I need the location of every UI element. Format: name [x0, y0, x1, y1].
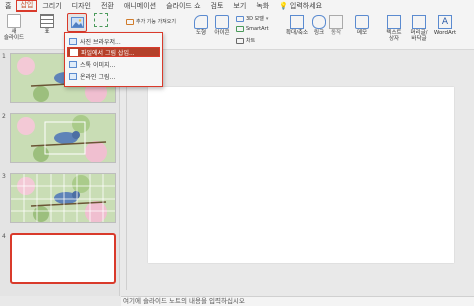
- screenshot-button[interactable]: [92, 13, 110, 28]
- stock-images-icon: [69, 60, 77, 68]
- chart-label: 차트: [246, 38, 256, 44]
- notes-placeholder: 여기에 슬라이드 노트의 내용을 입력하십시오: [123, 297, 245, 305]
- slide-thumbnail-4[interactable]: [10, 233, 116, 284]
- tab-home[interactable]: 홈: [0, 0, 16, 12]
- tab-insert[interactable]: 삽입: [16, 0, 38, 12]
- slide-number: 1: [2, 53, 6, 60]
- lightbulb-icon: 💡: [279, 2, 288, 10]
- tab-transitions[interactable]: 전환: [96, 0, 119, 12]
- 3d-models-label: 3D 모델: [246, 16, 264, 22]
- header-footer-label: 머리글/ 바닥글: [410, 30, 428, 42]
- tab-review[interactable]: 검토: [206, 0, 229, 12]
- get-addins-label: 추가 기능 가져오기: [136, 19, 176, 25]
- tab-view[interactable]: 보기: [228, 0, 251, 12]
- link-button[interactable]: 링크: [312, 15, 326, 36]
- menu-item-label: 사진 브라우저...: [80, 38, 121, 46]
- menu-item-picture-from-file[interactable]: 파일에서 그림 삽입...: [67, 47, 160, 57]
- slide-number: 2: [2, 113, 6, 120]
- addin-icon: [126, 18, 134, 25]
- smartart-button[interactable]: SmartArt: [236, 26, 269, 32]
- slide-number: 3: [2, 173, 6, 180]
- comment-icon: [355, 15, 369, 29]
- slide-number: 4: [2, 233, 6, 240]
- chevron-down-icon: ▾: [265, 15, 269, 22]
- wordart-label: WordArt: [433, 30, 457, 36]
- action-label: 동작: [330, 30, 342, 36]
- smartart-icon: [236, 26, 244, 32]
- bird-photo-image: [11, 114, 115, 162]
- picture-from-file-icon: [70, 48, 78, 56]
- online-pictures-icon: [69, 72, 77, 80]
- slide-thumbnail-3[interactable]: [10, 173, 116, 223]
- new-slide-button[interactable]: 새 슬라이드: [3, 14, 25, 41]
- shapes-label: 도형: [195, 30, 207, 36]
- table-button[interactable]: 표: [38, 14, 56, 35]
- zoom-button[interactable]: 확대/축소: [285, 15, 309, 36]
- photo-browser-icon: [69, 37, 77, 45]
- 3d-model-icon: [236, 15, 244, 22]
- zoom-icon: [290, 15, 304, 29]
- menu-item-online-pictures[interactable]: 온라인 그림...: [67, 71, 160, 81]
- tab-slideshow[interactable]: 슬라이드 쇼: [161, 0, 205, 12]
- slide-editing-canvas: [121, 50, 474, 296]
- bird-photo-grid-image: [11, 174, 115, 222]
- get-addins-button[interactable]: 추가 기능 가져오기: [126, 18, 176, 25]
- slide-thumbnail-2[interactable]: [10, 113, 116, 163]
- textbox-button[interactable]: 텍스트 상자: [383, 15, 405, 42]
- current-slide[interactable]: [148, 87, 454, 263]
- link-icon: [312, 15, 326, 29]
- tell-me-label: 입력하세요: [289, 2, 323, 10]
- tab-record[interactable]: 녹화: [251, 0, 274, 12]
- screenshot-icon: [94, 13, 108, 27]
- comment-label: 메모: [356, 30, 368, 36]
- icons-icon: [215, 15, 229, 29]
- tab-animations[interactable]: 애니메이션: [119, 0, 161, 12]
- header-footer-icon: [412, 15, 426, 29]
- new-slide-icon: [7, 14, 21, 28]
- menu-item-stock-images[interactable]: 스톡 이미지...: [67, 59, 160, 69]
- icons-button[interactable]: 아이콘: [212, 15, 232, 36]
- mountain-glyph: [72, 19, 83, 27]
- action-icon: [329, 15, 343, 29]
- table-icon: [40, 14, 54, 28]
- wordart-icon: A: [438, 15, 452, 29]
- menu-item-label: 파일에서 그림 삽입...: [81, 49, 135, 57]
- icons-label: 아이콘: [214, 30, 230, 36]
- pictures-button[interactable]: [67, 13, 87, 32]
- header-footer-button[interactable]: 머리글/ 바닥글: [408, 15, 430, 42]
- textbox-label: 텍스트 상자: [386, 30, 402, 42]
- ribbon-tab-bar: 홈 삽입 그리기 디자인 전환 애니메이션 슬라이드 쇼 검토 보기 녹화 💡 …: [0, 0, 474, 12]
- chart-icon: [236, 37, 244, 44]
- wordart-button[interactable]: A WordArt: [433, 15, 457, 36]
- chart-button[interactable]: 차트: [236, 37, 255, 44]
- shapes-icon: [194, 15, 208, 29]
- zoom-label: 확대/축소: [285, 30, 309, 36]
- tell-me-box[interactable]: 💡 입력하세요: [274, 0, 327, 12]
- pane-divider: [126, 60, 127, 290]
- menu-item-label: 스톡 이미지...: [80, 61, 116, 69]
- link-label: 링크: [313, 30, 325, 36]
- action-button[interactable]: 동작: [329, 15, 343, 36]
- picture-icon: [71, 17, 84, 28]
- comment-button[interactable]: 메모: [355, 15, 369, 36]
- 3d-models-button[interactable]: 3D 모델 ▾: [236, 15, 268, 22]
- shapes-button[interactable]: 도형: [193, 15, 209, 36]
- tab-design[interactable]: 디자인: [67, 0, 96, 12]
- textbox-icon: [387, 15, 401, 29]
- smartart-label: SmartArt: [246, 26, 269, 32]
- menu-item-photo-browser[interactable]: 사진 브라우저...: [67, 36, 160, 46]
- notes-pane[interactable]: 여기에 슬라이드 노트의 내용을 입력하십시오: [121, 296, 474, 306]
- menu-item-label: 온라인 그림...: [80, 73, 116, 81]
- pictures-dropdown-menu: 사진 브라우저... 파일에서 그림 삽입... 스톡 이미지... 온라인 그…: [64, 32, 163, 87]
- tab-draw[interactable]: 그리기: [37, 0, 66, 12]
- table-label: 표: [44, 29, 50, 35]
- new-slide-label: 새 슬라이드: [3, 29, 25, 41]
